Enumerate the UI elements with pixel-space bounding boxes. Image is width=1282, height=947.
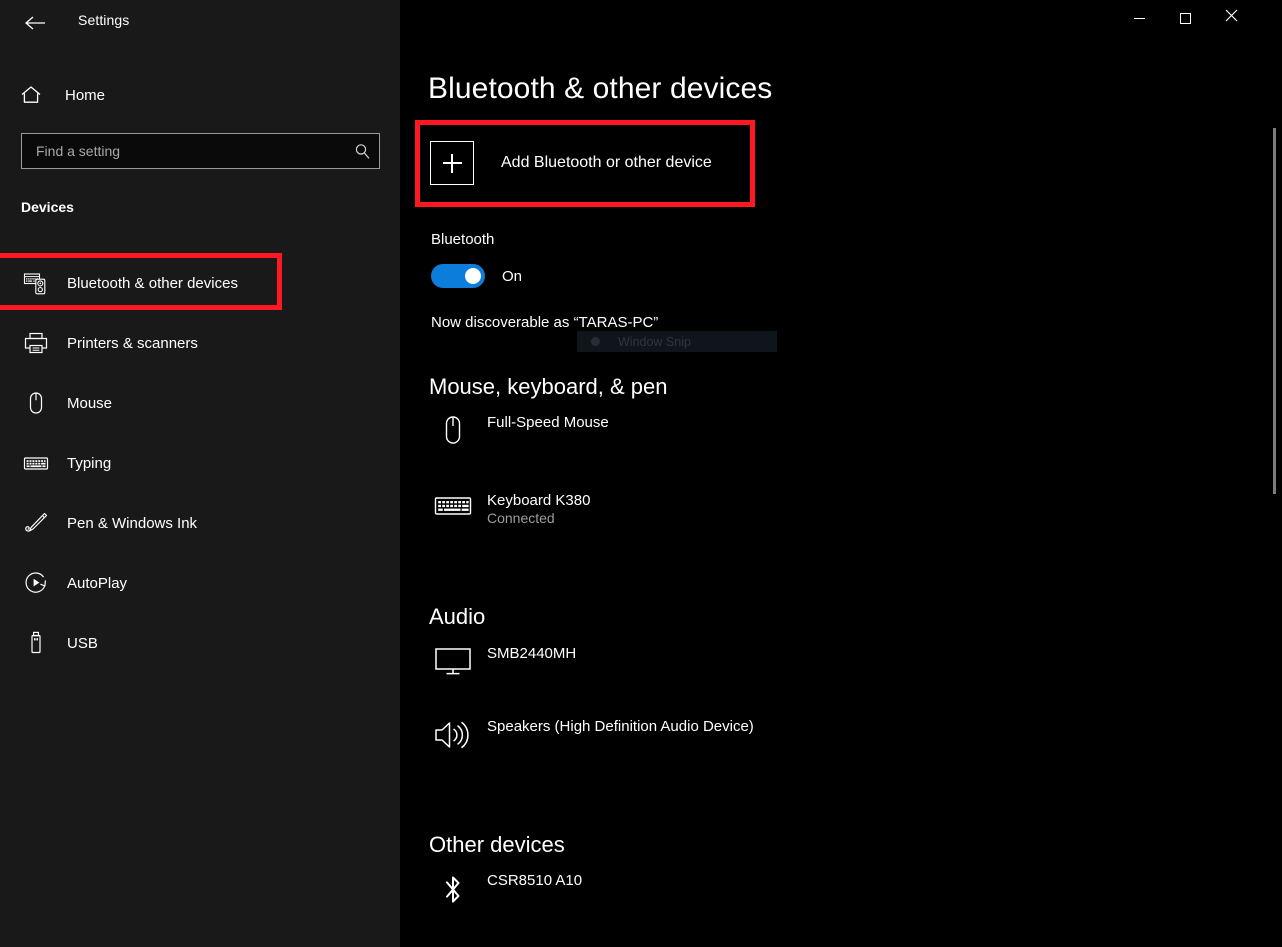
bluetooth-icon xyxy=(429,872,477,908)
toggle-knob xyxy=(465,268,481,284)
monitor-icon xyxy=(429,645,477,677)
sidebar-item-label: Bluetooth & other devices xyxy=(67,274,238,292)
sidebar-item-autoplay[interactable]: AutoPlay xyxy=(0,553,400,613)
sidebar-category-heading: Devices xyxy=(21,199,74,215)
sidebar-item-home[interactable]: Home xyxy=(0,76,400,114)
page-title: Bluetooth & other devices xyxy=(428,72,773,105)
sidebar-item-label: Typing xyxy=(67,454,112,472)
sidebar: Home Devices xyxy=(0,0,400,947)
pen-icon xyxy=(21,508,51,538)
speaker-icon xyxy=(429,718,477,752)
group-heading: Audio xyxy=(429,604,486,629)
device-status: Connected xyxy=(487,510,555,526)
printer-icon xyxy=(21,328,51,358)
back-button[interactable] xyxy=(14,4,56,42)
main-content: Bluetooth & other devices Add Bluetooth … xyxy=(400,0,1282,947)
keyboard-icon xyxy=(429,492,477,520)
bullet-dot-icon xyxy=(591,337,600,346)
minimize-button[interactable] xyxy=(1116,0,1162,36)
device-row[interactable]: Full-Speed Mouse xyxy=(429,414,609,452)
autoplay-icon xyxy=(21,568,51,598)
sidebar-item-bluetooth-other-devices[interactable]: Bluetooth & other devices xyxy=(0,253,400,313)
search-input[interactable] xyxy=(22,134,345,168)
device-row[interactable]: SMB2440MH xyxy=(429,645,576,677)
mouse-icon xyxy=(429,414,477,452)
sidebar-item-pen-windows-ink[interactable]: Pen & Windows Ink xyxy=(0,493,400,553)
device-row[interactable]: Keyboard K380 Connected xyxy=(429,492,590,528)
title-bar: Settings xyxy=(0,0,1282,46)
sidebar-nav-list: Bluetooth & other devices Printers & sca… xyxy=(0,253,400,673)
sidebar-item-label: Pen & Windows Ink xyxy=(67,514,198,532)
device-name: CSR8510 A10 xyxy=(487,872,583,889)
home-icon xyxy=(20,85,46,105)
sidebar-item-label: Printers & scanners xyxy=(67,334,198,352)
add-device-label: Add Bluetooth or other device xyxy=(501,154,712,171)
sidebar-item-label: USB xyxy=(67,634,98,652)
mouse-icon xyxy=(21,388,51,418)
group-heading: Mouse, keyboard, & pen xyxy=(429,374,668,399)
discoverable-text: Now discoverable as “TARAS-PC” xyxy=(431,314,659,331)
settings-window: Settings Home Find a setting Devices Blu… xyxy=(0,0,1282,947)
window-title: Settings xyxy=(78,12,130,28)
device-name: SMB2440MH xyxy=(487,645,577,662)
usb-icon xyxy=(21,628,51,658)
device-name: Speakers (High Definition Audio Device) xyxy=(487,718,754,735)
vertical-scrollbar-thumb[interactable] xyxy=(1273,128,1276,494)
close-button[interactable] xyxy=(1208,0,1254,36)
bluetooth-section-label: Bluetooth xyxy=(431,231,495,248)
minimize-icon xyxy=(1133,17,1145,19)
device-row[interactable]: CSR8510 A10 xyxy=(429,872,582,908)
keyboard-icon xyxy=(21,448,51,478)
maximize-icon xyxy=(1179,12,1191,24)
close-icon xyxy=(1225,9,1238,27)
sidebar-item-label: AutoPlay xyxy=(67,574,128,592)
group-heading: Other devices xyxy=(429,832,565,857)
sidebar-home-label: Home xyxy=(65,86,106,104)
device-name: Keyboard K380 xyxy=(487,492,591,509)
bluetooth-devices-icon xyxy=(21,268,51,298)
device-row[interactable]: Speakers (High Definition Audio Device) xyxy=(429,718,754,752)
search-box[interactable] xyxy=(21,133,380,169)
back-arrow-icon xyxy=(24,15,46,31)
device-name: Full-Speed Mouse xyxy=(487,414,609,431)
sidebar-item-usb[interactable]: USB xyxy=(0,613,400,673)
sidebar-item-mouse[interactable]: Mouse xyxy=(0,373,400,433)
search-icon[interactable] xyxy=(345,143,379,160)
window-snip-label: Window Snip xyxy=(618,334,691,349)
add-bluetooth-or-other-device-button[interactable]: Add Bluetooth or other device xyxy=(430,130,712,196)
plus-icon xyxy=(430,141,474,185)
sidebar-item-printers-scanners[interactable]: Printers & scanners xyxy=(0,313,400,373)
bluetooth-toggle-state: On xyxy=(502,268,523,285)
window-snip-overlay: Window Snip xyxy=(577,331,777,352)
bluetooth-toggle[interactable] xyxy=(431,264,485,288)
sidebar-item-label: Mouse xyxy=(67,394,113,412)
maximize-button[interactable] xyxy=(1162,0,1208,36)
sidebar-item-typing[interactable]: Typing xyxy=(0,433,400,493)
